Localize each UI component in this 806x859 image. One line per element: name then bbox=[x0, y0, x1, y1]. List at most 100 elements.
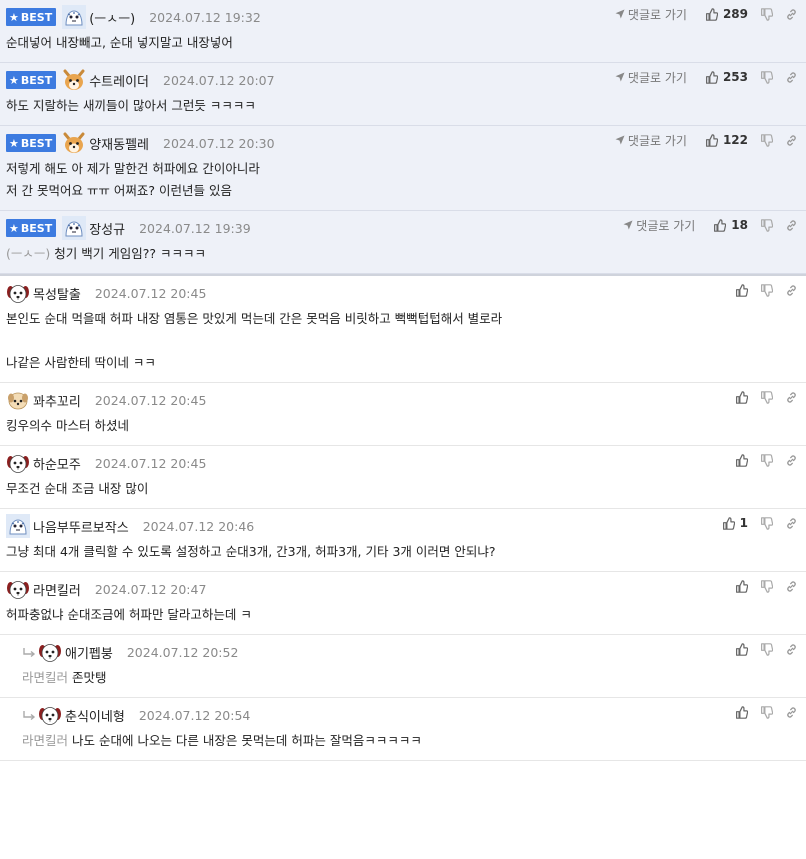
like-button[interactable] bbox=[735, 453, 748, 467]
copy-link-button[interactable] bbox=[785, 8, 798, 21]
dislike-button[interactable] bbox=[760, 70, 773, 84]
copy-link-button[interactable] bbox=[785, 284, 798, 297]
comment-text: 순대넣어 내장빼고, 순대 넣지말고 내장넣어 bbox=[6, 35, 233, 50]
dislike-button[interactable] bbox=[760, 516, 773, 530]
like-button[interactable]: 289 bbox=[705, 7, 748, 21]
comment-text-line: 킹우의수 마스터 하셨네 bbox=[6, 415, 806, 437]
dislike-button[interactable] bbox=[760, 579, 773, 593]
shiba-avatar[interactable] bbox=[62, 68, 86, 92]
like-count: 18 bbox=[731, 218, 748, 232]
like-button[interactable]: 18 bbox=[713, 218, 748, 232]
comment-date: 2024.07.12 20:52 bbox=[126, 644, 239, 660]
reply-comment: 애기펩붕 2024.07.12 20:52 라면킬러 존맛탱 bbox=[0, 635, 806, 698]
comment-text: 그냥 최대 4개 클릭할 수 있도록 설정하고 순대3개, 간3개, 허파3개,… bbox=[6, 544, 496, 559]
nickname[interactable]: 장성규 bbox=[89, 219, 125, 238]
nickname[interactable]: (ㅡㅅㅡ) bbox=[89, 8, 135, 27]
copy-link-button[interactable] bbox=[785, 134, 798, 147]
tiger-avatar[interactable] bbox=[62, 216, 87, 240]
goto-comment-link[interactable]: 댓글로 가기 bbox=[615, 69, 687, 86]
like-button[interactable]: 122 bbox=[705, 133, 748, 147]
comment-actions bbox=[723, 702, 798, 722]
like-button[interactable] bbox=[735, 390, 748, 404]
goto-comment-link[interactable]: 댓글로 가기 bbox=[615, 132, 687, 149]
thumbs-down-icon bbox=[760, 516, 773, 530]
comment-body: 킹우의수 마스터 하셨네 bbox=[6, 415, 806, 437]
comment-text: 청기 백기 게임임?? ㅋㅋㅋㅋ bbox=[54, 246, 206, 261]
nickname[interactable]: 양재동펠레 bbox=[89, 134, 149, 153]
puppy-avatar[interactable] bbox=[6, 388, 30, 412]
copy-link-button[interactable] bbox=[785, 643, 798, 656]
comment-actions bbox=[723, 387, 798, 407]
best-comment: ★ BEST 수트레이더 2024.07.12 20:07 댓글로 가기 253 하도 지랄… bbox=[0, 63, 806, 126]
nickname[interactable]: 애기펩붕 bbox=[65, 643, 113, 662]
nickname[interactable]: 목성탈출 bbox=[33, 284, 81, 303]
nickname[interactable]: 춘식이네형 bbox=[65, 706, 125, 725]
dog-avatar[interactable] bbox=[38, 703, 62, 727]
dislike-button[interactable] bbox=[760, 283, 773, 297]
mention[interactable]: (ㅡㅅㅡ) bbox=[6, 246, 50, 261]
dislike-button[interactable] bbox=[760, 453, 773, 467]
like-count: 1 bbox=[739, 516, 748, 530]
copy-link-button[interactable] bbox=[785, 71, 798, 84]
comment-text-line: 무조건 순대 조금 내장 많이 bbox=[6, 478, 806, 500]
like-count: 122 bbox=[722, 133, 748, 147]
nickname[interactable]: 하순모주 bbox=[33, 454, 81, 473]
tiger-avatar[interactable] bbox=[6, 514, 30, 538]
comment-text-line: 하도 지랄하는 새끼들이 많아서 그런듯 ㅋㅋㅋㅋ bbox=[6, 95, 806, 117]
copy-link-button[interactable] bbox=[785, 580, 798, 593]
reply-comment: 춘식이네형 2024.07.12 20:54 라면킬러 나도 순대에 나오는 다른 내… bbox=[0, 698, 806, 761]
dislike-button[interactable] bbox=[760, 133, 773, 147]
like-button[interactable] bbox=[735, 283, 748, 297]
mention[interactable]: 라면킬러 bbox=[22, 733, 68, 748]
tiger-avatar[interactable] bbox=[62, 5, 87, 29]
comment-header: 하순모주 2024.07.12 20:45 bbox=[6, 452, 806, 474]
dog-avatar[interactable] bbox=[6, 281, 30, 305]
like-button[interactable]: 253 bbox=[705, 70, 748, 84]
goto-comment-link[interactable]: 댓글로 가기 bbox=[623, 217, 695, 234]
thumbs-up-icon bbox=[705, 133, 718, 147]
best-label: BEST bbox=[20, 73, 53, 87]
best-label: BEST bbox=[20, 136, 53, 150]
comment-text-line: 저렇게 해도 아 제가 말한건 허파에요 간이아니라 bbox=[6, 158, 806, 180]
dog-avatar[interactable] bbox=[38, 640, 62, 664]
dislike-button[interactable] bbox=[760, 642, 773, 656]
comment: 목성탈출 2024.07.12 20:45 본인도 순대 먹을때 허파 내장 염통은… bbox=[0, 274, 806, 383]
thumbs-down-icon bbox=[760, 7, 773, 21]
nickname[interactable]: 수트레이더 bbox=[89, 71, 149, 90]
comment-body: 그냥 최대 4개 클릭할 수 있도록 설정하고 순대3개, 간3개, 허파3개,… bbox=[6, 541, 806, 563]
link-icon bbox=[785, 391, 798, 404]
nickname[interactable]: 나음부뚜르보작스 bbox=[33, 517, 129, 536]
copy-link-button[interactable] bbox=[785, 219, 798, 232]
copy-link-button[interactable] bbox=[785, 391, 798, 404]
shiba-avatar[interactable] bbox=[62, 131, 86, 155]
link-icon bbox=[785, 219, 798, 232]
comment-text-line: 본인도 순대 먹을때 허파 내장 염통은 맛있게 먹는데 간은 못먹음 비릿하고… bbox=[6, 308, 806, 330]
like-button[interactable] bbox=[735, 642, 748, 656]
copy-link-button[interactable] bbox=[785, 706, 798, 719]
link-icon bbox=[785, 284, 798, 297]
comment-text-line: 허파충없냐 순대조금에 허파만 달라고하는데 ㅋ bbox=[6, 604, 806, 626]
like-button[interactable] bbox=[735, 705, 748, 719]
comment: 나음부뚜르보작스 2024.07.12 20:46 1 그냥 최대 4개 클릭할 수 … bbox=[0, 509, 806, 572]
goto-comment-link[interactable]: 댓글로 가기 bbox=[615, 6, 687, 23]
link-icon bbox=[785, 580, 798, 593]
comment-actions: 1 bbox=[710, 513, 798, 533]
nickname[interactable]: 라면킬러 bbox=[33, 580, 81, 599]
thumbs-up-icon bbox=[735, 705, 748, 719]
dislike-button[interactable] bbox=[760, 7, 773, 21]
dislike-button[interactable] bbox=[760, 705, 773, 719]
dog-avatar[interactable] bbox=[6, 451, 30, 475]
copy-link-button[interactable] bbox=[785, 517, 798, 530]
like-button[interactable] bbox=[735, 579, 748, 593]
copy-link-button[interactable] bbox=[785, 454, 798, 467]
dog-avatar[interactable] bbox=[6, 577, 30, 601]
comment-date: 2024.07.12 19:39 bbox=[139, 220, 251, 236]
comment-text-line: 라면킬러 존맛탱 bbox=[22, 667, 806, 689]
dislike-button[interactable] bbox=[760, 218, 773, 232]
mention[interactable]: 라면킬러 bbox=[22, 670, 68, 685]
like-button[interactable]: 1 bbox=[722, 516, 748, 530]
comment-date: 2024.07.12 20:45 bbox=[94, 285, 207, 301]
dislike-button[interactable] bbox=[760, 390, 773, 404]
nickname[interactable]: 꽈추꼬리 bbox=[33, 391, 81, 410]
